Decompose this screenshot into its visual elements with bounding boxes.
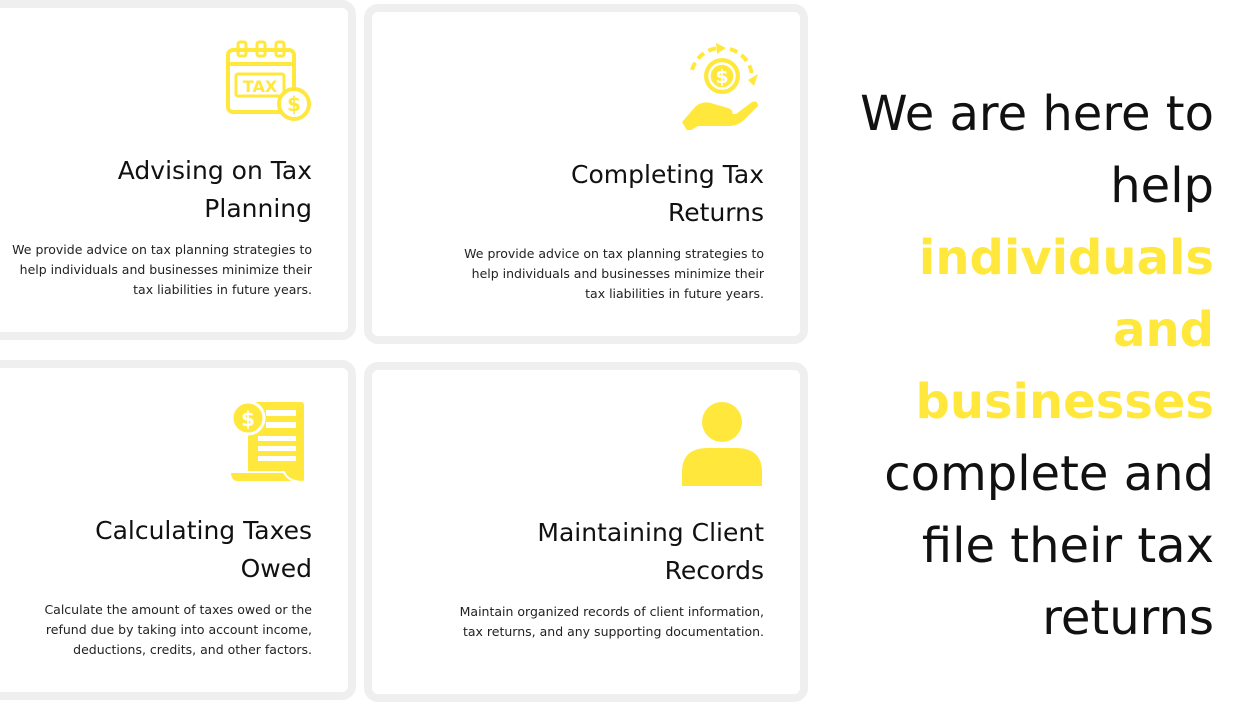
card-title-line: Completing Tax [571,160,764,189]
hand-coin-cycle-icon: $ [674,40,764,130]
hero-text-suffix: complete and file their tax returns [884,446,1214,646]
card-title: Advising on Tax Planning [0,152,312,228]
service-card-client-records: Maintaining Client Records Maintain orga… [364,362,808,702]
card-description: We provide advice on tax planning strate… [12,242,312,297]
card-title: Calculating Taxes Owed [0,512,312,588]
card-title: Completing Tax Returns [444,156,764,232]
hero-text-prefix: We are here to help [860,86,1214,214]
service-card-calculating-taxes: $ Calculating Taxes Owed Calculate the a… [0,360,356,700]
service-card-tax-returns: $ Completing Tax Returns We provide advi… [364,4,808,344]
card-description: Calculate the amount of taxes owed or th… [44,602,312,657]
card-title-line: Planning [204,194,312,223]
hero-statement: We are here to help individuals and busi… [814,78,1214,654]
card-description: Maintain organized records of client inf… [459,604,764,639]
svg-text:TAX: TAX [243,77,278,96]
service-card-tax-planning: TAX $ Advising on Tax Planning We provid… [0,0,356,340]
card-title-line: Returns [668,198,764,227]
card-description: We provide advice on tax planning strate… [464,246,764,301]
card-title-line: Records [664,556,764,585]
card-title-line: Calculating Taxes [95,516,312,545]
services-section: TAX $ Advising on Tax Planning We provid… [0,0,1254,702]
tax-calendar-icon: TAX $ [222,36,312,126]
svg-text:$: $ [287,92,301,116]
card-title-line: Maintaining Client [537,518,764,547]
card-title-line: Owed [240,554,312,583]
svg-text:$: $ [715,66,728,88]
hero-highlight: individuals and businesses [915,230,1214,430]
card-title-line: Advising on Tax [117,156,312,185]
invoice-scroll-icon: $ [222,396,312,486]
svg-text:$: $ [241,407,255,431]
card-title: Maintaining Client Records [444,514,764,590]
person-icon [674,398,764,488]
